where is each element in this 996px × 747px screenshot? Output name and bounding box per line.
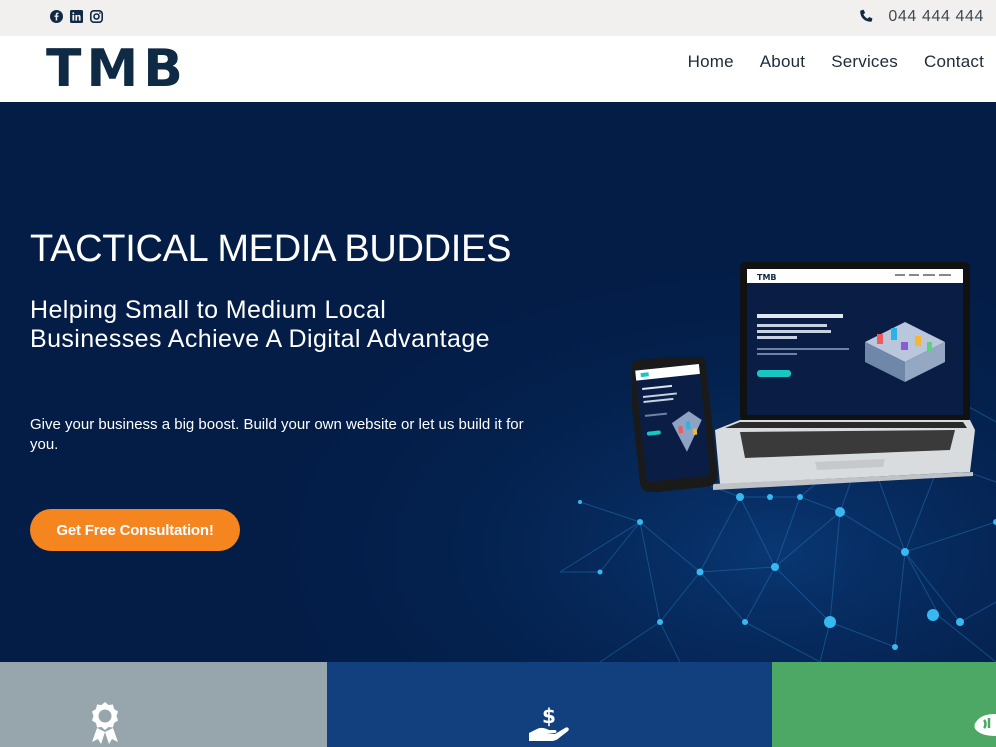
handshake-icon (974, 714, 996, 736)
phone-mockup-image (632, 357, 718, 492)
feature-pricing: $ (327, 662, 772, 747)
site-header: TMB Home About Services Contact (0, 36, 996, 102)
linkedin-icon[interactable] (70, 10, 83, 23)
facebook-icon[interactable] (50, 10, 63, 23)
site-logo[interactable]: TMB (46, 39, 188, 99)
nav-home[interactable]: Home (688, 52, 734, 72)
hero-title: TACTICAL MEDIA BUDDIES (30, 228, 512, 270)
social-links (50, 10, 103, 23)
svg-text:$: $ (542, 704, 556, 728)
nav-services[interactable]: Services (831, 52, 898, 72)
get-consultation-button[interactable]: Get Free Consultation! (30, 509, 240, 551)
laptop-mockup-image: TMB (713, 262, 975, 490)
feature-quality (0, 662, 327, 747)
top-bar: 044 444 444 (0, 0, 996, 36)
phone-number: 044 444 444 (888, 8, 984, 25)
nav-about[interactable]: About (760, 52, 805, 72)
feature-partnership (772, 662, 996, 747)
main-nav: Home About Services Contact (688, 52, 984, 72)
hero-description: Give your business a big boost. Build yo… (30, 416, 524, 453)
phone-icon (860, 9, 873, 22)
instagram-icon[interactable] (90, 10, 103, 23)
nav-contact[interactable]: Contact (924, 52, 984, 72)
hero-section: TACTICAL MEDIA BUDDIES Helping Small to … (0, 102, 996, 662)
award-icon (92, 702, 118, 744)
money-hand-icon: $ (529, 704, 569, 741)
phone-contact[interactable]: 044 444 444 (858, 8, 984, 26)
hero-subtitle: Helping Small to Medium Local Businesses… (30, 296, 490, 353)
svg-text:TMB: TMB (757, 273, 777, 282)
